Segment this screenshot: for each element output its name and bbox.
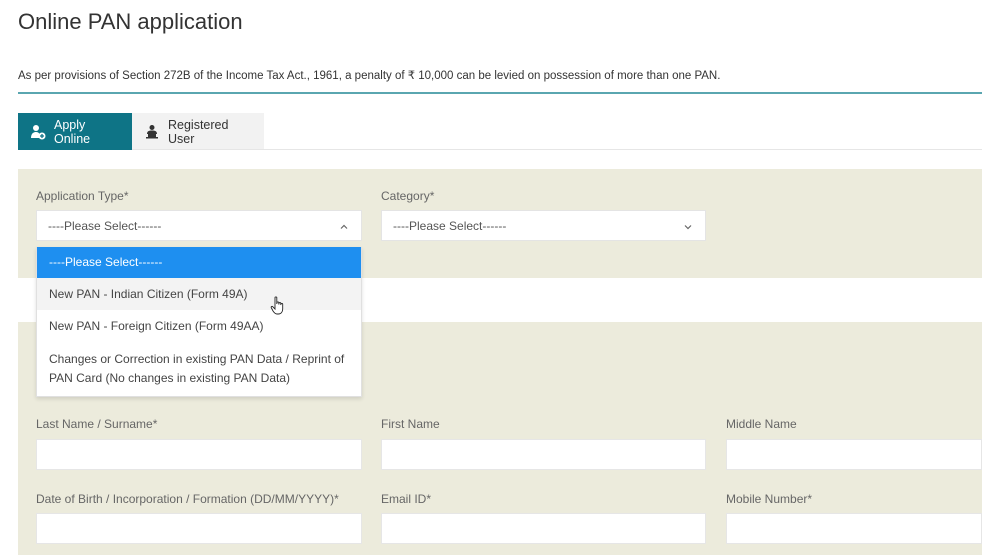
category-label: Category* bbox=[381, 189, 435, 203]
mobile-label: Mobile Number* bbox=[726, 492, 813, 506]
middle-name-input[interactable] bbox=[726, 439, 982, 470]
penalty-notice: As per provisions of Section 272B of the… bbox=[18, 70, 721, 82]
tab-registered-user[interactable]: Registered User bbox=[132, 113, 264, 150]
last-name-input[interactable] bbox=[36, 439, 362, 470]
application-type-options: ----Please Select------ New PAN - Indian… bbox=[36, 247, 362, 397]
email-label: Email ID* bbox=[381, 492, 432, 506]
application-type-select[interactable]: ----Please Select------ bbox=[36, 210, 362, 241]
user-plus-icon bbox=[30, 124, 46, 140]
category-value: ----Please Select------ bbox=[393, 218, 507, 233]
chevron-down-icon bbox=[683, 221, 693, 231]
tab-label: Registered User bbox=[168, 117, 229, 146]
option-new-pan-foreign[interactable]: New PAN - Foreign Citizen (Form 49AA) bbox=[37, 310, 361, 342]
dob-label: Date of Birth / Incorporation / Formatio… bbox=[36, 492, 339, 506]
tab-label: Apply Online bbox=[54, 117, 91, 146]
tab-apply-online[interactable]: Apply Online bbox=[18, 113, 132, 150]
application-type-value: ----Please Select------ bbox=[48, 218, 162, 233]
dob-input[interactable] bbox=[36, 513, 362, 544]
tab-bar: Apply Online Registered User bbox=[18, 113, 264, 150]
hand-pointer-icon bbox=[270, 296, 286, 316]
option-changes-correction[interactable]: Changes or Correction in existing PAN Da… bbox=[37, 342, 361, 396]
option-please-select[interactable]: ----Please Select------ bbox=[37, 247, 361, 278]
divider bbox=[18, 92, 982, 94]
user-laptop-icon bbox=[144, 124, 160, 140]
first-name-label: First Name bbox=[381, 417, 440, 431]
middle-name-label: Middle Name bbox=[726, 417, 797, 431]
email-input[interactable] bbox=[381, 513, 706, 544]
application-type-label: Application Type* bbox=[36, 189, 129, 203]
page-title: Online PAN application bbox=[18, 9, 243, 34]
last-name-label: Last Name / Surname* bbox=[36, 417, 158, 431]
mobile-input[interactable] bbox=[726, 513, 982, 544]
chevron-up-icon bbox=[339, 221, 349, 231]
category-select[interactable]: ----Please Select------ bbox=[381, 210, 706, 241]
tab-divider bbox=[132, 149, 982, 150]
option-new-pan-indian[interactable]: New PAN - Indian Citizen (Form 49A) bbox=[37, 278, 361, 310]
first-name-input[interactable] bbox=[381, 439, 706, 470]
